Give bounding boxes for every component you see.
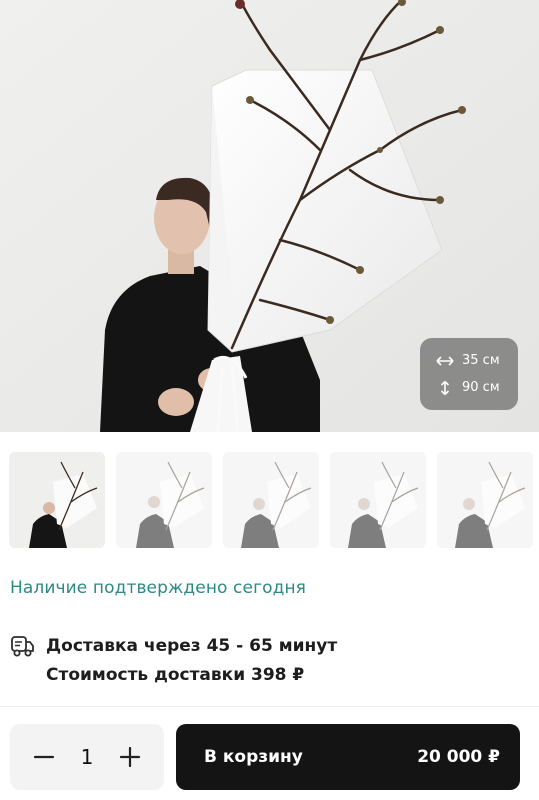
thumbnail-2[interactable]: [116, 452, 212, 548]
product-main-image[interactable]: 35 см 90 см: [0, 0, 539, 432]
increase-button[interactable]: [118, 745, 142, 769]
height-label: 90 см: [462, 380, 500, 395]
quantity-stepper: 1: [10, 724, 164, 790]
delivery-cost: Стоимость доставки 398 ₽: [46, 665, 305, 685]
thumbnail-image: [9, 452, 105, 548]
thumbnail-image: [223, 452, 319, 548]
thumbnail-3[interactable]: [223, 452, 319, 548]
size-badge: 35 см 90 см: [420, 338, 518, 410]
plus-icon: [119, 746, 141, 768]
height-arrows-icon: [440, 380, 450, 395]
delivery-truck-icon: [11, 636, 34, 657]
price-label: 20 000 ₽: [417, 747, 500, 767]
width-arrows-icon: [436, 355, 454, 366]
thumbnail-image: [330, 452, 426, 548]
thumbnail-image: [116, 452, 212, 548]
thumbnail-image: [437, 452, 533, 548]
add-to-cart-label: В корзину: [204, 747, 303, 767]
divider: [0, 706, 539, 707]
thumbnail-1[interactable]: [9, 452, 105, 548]
delivery-time: Доставка через 45 - 65 минут: [46, 636, 338, 656]
thumbnail-5[interactable]: [437, 452, 533, 548]
decrease-button[interactable]: [32, 745, 56, 769]
width-label: 35 см: [462, 353, 500, 368]
availability-status: Наличие подтверждено сегодня: [10, 578, 306, 598]
minus-icon: [33, 755, 55, 759]
add-to-cart-button[interactable]: В корзину 20 000 ₽: [176, 724, 520, 790]
thumbnail-strip: [0, 452, 539, 550]
quantity-value: 1: [80, 745, 94, 769]
thumbnail-4[interactable]: [330, 452, 426, 548]
